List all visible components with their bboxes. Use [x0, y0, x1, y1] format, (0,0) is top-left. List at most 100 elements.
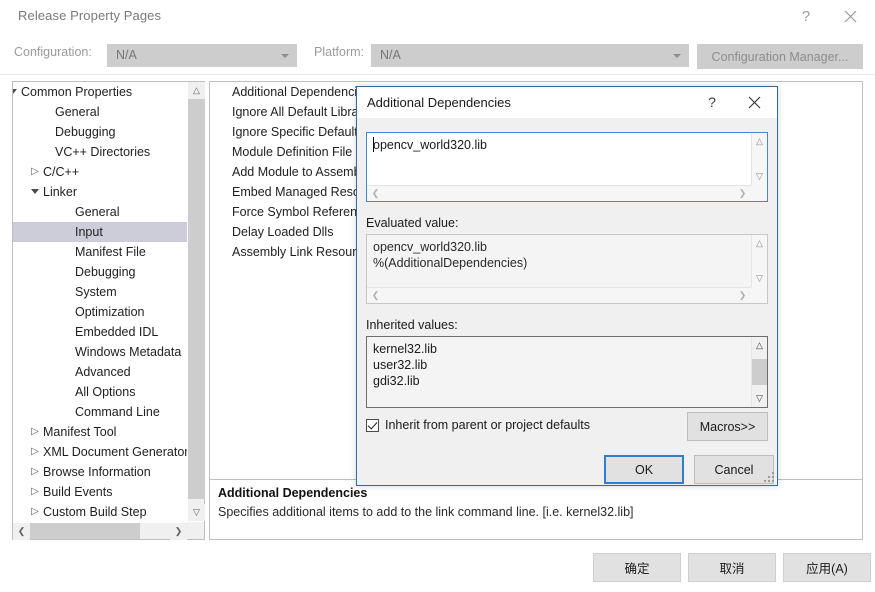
- chevron-down-icon[interactable]: ▽: [752, 391, 767, 406]
- help-icon[interactable]: ?: [693, 87, 731, 117]
- chevron-left-icon[interactable]: ❮: [368, 288, 383, 303]
- twisty-expanded-icon[interactable]: [29, 182, 41, 202]
- twisty-collapsed-icon[interactable]: ▷: [29, 442, 41, 462]
- tree-item-label: Browse Information: [43, 465, 151, 479]
- property-description: Additional Dependencies Specifies additi…: [210, 479, 862, 539]
- chevron-up-icon[interactable]: △: [752, 338, 767, 353]
- chevron-right-icon[interactable]: ❯: [735, 186, 750, 201]
- inherit-checkbox[interactable]: [366, 418, 379, 432]
- inherit-checkbox-row[interactable]: Inherit from parent or project defaults: [366, 418, 590, 432]
- chevron-left-icon[interactable]: ❮: [368, 186, 383, 201]
- twisty-collapsed-icon[interactable]: ▷: [29, 482, 41, 502]
- tree-item-general[interactable]: General: [13, 102, 187, 122]
- tree-item-label: Manifest Tool: [43, 425, 117, 439]
- inherited-vertical-scrollbar[interactable]: △ ▽: [751, 337, 767, 407]
- inherited-scroll-thumb[interactable]: [752, 359, 767, 385]
- chevron-up-icon[interactable]: △: [752, 236, 767, 251]
- cancel-button[interactable]: 取消: [688, 553, 776, 582]
- tree-item-label: Advanced: [75, 365, 131, 379]
- tree-item-vc-directories[interactable]: VC++ Directories: [13, 142, 187, 162]
- ok-button[interactable]: 确定: [593, 553, 681, 582]
- tree-item-manifest-file[interactable]: Manifest File: [13, 242, 187, 262]
- twisty-expanded-icon[interactable]: [13, 82, 19, 102]
- twisty-collapsed-icon[interactable]: ▷: [29, 162, 41, 182]
- tree-item-label: System: [75, 285, 117, 299]
- chevron-down-icon[interactable]: ▽: [188, 504, 205, 521]
- tree-item-command-line[interactable]: Command Line: [13, 402, 187, 422]
- tree-item-embedded-idl[interactable]: Embedded IDL: [13, 322, 187, 342]
- tree-vertical-scroll-thumb[interactable]: [188, 99, 205, 499]
- chevron-up-icon[interactable]: △: [188, 82, 205, 99]
- chevron-down-icon[interactable]: ▽: [752, 271, 767, 286]
- apply-button[interactable]: 应用(A): [783, 553, 871, 582]
- chevron-down-icon[interactable]: ▽: [752, 169, 767, 184]
- tree-item-advanced[interactable]: Advanced: [13, 362, 187, 382]
- tree-item-xml-document-generator[interactable]: ▷ XML Document Generator: [13, 442, 187, 462]
- property-tree-panel: Common Properties General Debugging VC++ Di…: [12, 81, 205, 540]
- evaluated-value-text: opencv_world320.lib %(AdditionalDependen…: [373, 240, 528, 270]
- evaluated-value-label: Evaluated value:: [366, 216, 459, 230]
- tree-item-manifest-tool[interactable]: ▷ Manifest Tool: [13, 422, 187, 442]
- chevron-down-icon: [281, 54, 289, 58]
- platform-label: Platform:: [314, 45, 365, 59]
- tree-item-label: Build Events: [43, 485, 113, 499]
- tree-item-debugging[interactable]: Debugging: [13, 122, 187, 142]
- input-horizontal-scrollbar[interactable]: ❮ ❯: [367, 185, 751, 201]
- tree-item-all-options[interactable]: All Options: [13, 382, 187, 402]
- tree-item-system[interactable]: System: [13, 282, 187, 302]
- tree-item-input[interactable]: Input: [13, 222, 187, 242]
- chevron-down-icon: [673, 54, 681, 58]
- tree-item-label: Common Properties: [21, 85, 133, 99]
- property-tree[interactable]: Common Properties General Debugging VC++ Di…: [13, 82, 187, 521]
- resize-grip-icon[interactable]: [763, 471, 775, 483]
- tree-item-browse-information[interactable]: ▷ Browse Information: [13, 462, 187, 482]
- evaluated-value-box: opencv_world320.lib %(AdditionalDependen…: [366, 234, 768, 304]
- property-name: Delay Loaded Dlls: [232, 225, 334, 239]
- scrollbar-corner: [751, 185, 767, 201]
- property-name: Module Definition File: [232, 145, 353, 159]
- dialog-cancel-button[interactable]: Cancel: [694, 455, 774, 484]
- chevron-left-icon[interactable]: ❮: [13, 523, 30, 540]
- dialog-ok-button[interactable]: OK: [604, 455, 684, 484]
- tree-item-general[interactable]: General: [13, 202, 187, 222]
- chevron-up-icon[interactable]: △: [752, 134, 767, 149]
- configuration-manager-button[interactable]: Configuration Manager...: [697, 44, 863, 69]
- tree-horizontal-scrollbar[interactable]: ❮ ❯: [13, 522, 187, 540]
- tree-item-common-properties[interactable]: Common Properties: [13, 82, 187, 102]
- twisty-collapsed-icon[interactable]: ▷: [29, 502, 41, 521]
- tree-item-debugging[interactable]: Debugging: [13, 262, 187, 282]
- chevron-right-icon[interactable]: ❯: [735, 288, 750, 303]
- configuration-value: N/A: [116, 48, 137, 62]
- tree-item-custom-build-step[interactable]: ▷ Custom Build Step: [13, 502, 187, 521]
- tree-item-label: XML Document Generator: [43, 445, 187, 459]
- evaluated-horizontal-scrollbar[interactable]: ❮ ❯: [367, 287, 751, 303]
- tree-item-label: Debugging: [75, 265, 136, 279]
- tree-item-c-c[interactable]: ▷ C/C++: [13, 162, 187, 182]
- window-titlebar: Release Property Pages ?: [0, 0, 875, 33]
- close-icon[interactable]: [829, 0, 871, 32]
- tree-item-linker[interactable]: Linker: [13, 182, 187, 202]
- tree-item-label: Optimization: [75, 305, 145, 319]
- window-title: Release Property Pages: [18, 8, 162, 23]
- evaluated-vertical-scrollbar[interactable]: △ ▽: [751, 235, 767, 287]
- additional-dependencies-dialog: Additional Dependencies ? opencv_world32…: [356, 86, 778, 486]
- twisty-collapsed-icon[interactable]: ▷: [29, 422, 41, 442]
- tree-item-build-events[interactable]: ▷ Build Events: [13, 482, 187, 502]
- tree-horizontal-scroll-thumb[interactable]: [30, 523, 140, 539]
- help-icon[interactable]: ?: [785, 0, 827, 32]
- tree-vertical-scrollbar[interactable]: △ ▽: [187, 82, 205, 521]
- chevron-right-icon[interactable]: ❯: [170, 523, 187, 540]
- twisty-collapsed-icon[interactable]: ▷: [29, 462, 41, 482]
- close-icon[interactable]: [735, 87, 773, 117]
- tree-item-label: Input: [75, 225, 103, 239]
- input-vertical-scrollbar[interactable]: △ ▽: [751, 133, 767, 185]
- macros-button[interactable]: Macros>>: [687, 412, 768, 441]
- tree-item-optimization[interactable]: Optimization: [13, 302, 187, 322]
- tree-item-windows-metadata[interactable]: Windows Metadata: [13, 342, 187, 362]
- tree-item-label: Manifest File: [75, 245, 146, 259]
- tree-item-label: Windows Metadata: [75, 345, 182, 359]
- platform-dropdown[interactable]: N/A: [371, 44, 689, 67]
- dialog-title: Additional Dependencies: [367, 95, 511, 110]
- dependencies-input[interactable]: opencv_world320.lib △ ▽ ❮ ❯: [366, 132, 768, 202]
- configuration-dropdown[interactable]: N/A: [107, 44, 297, 67]
